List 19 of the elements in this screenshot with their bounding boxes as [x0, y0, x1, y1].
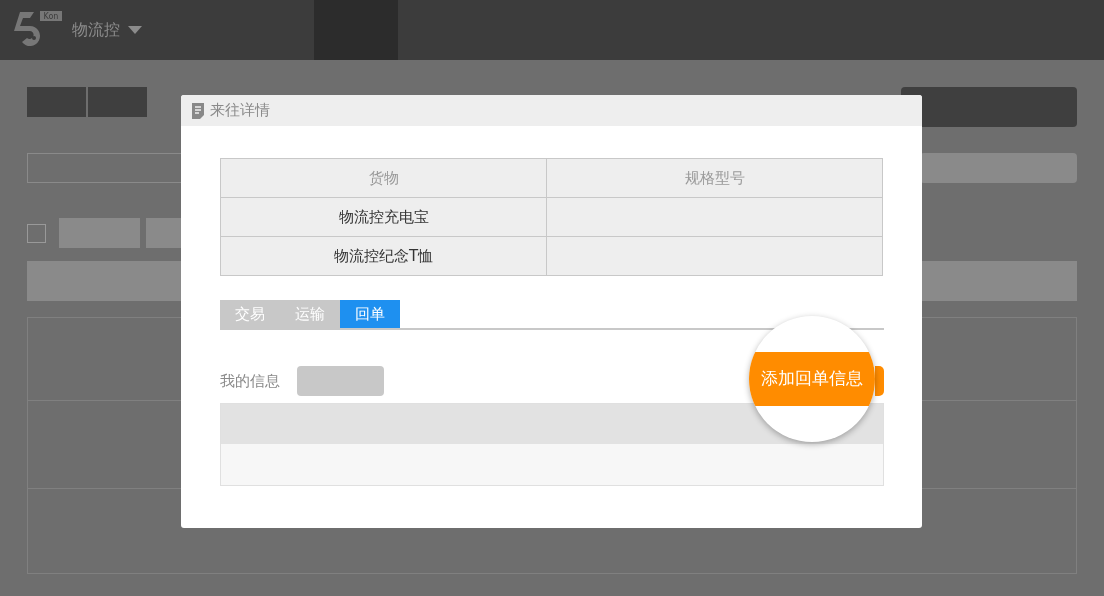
checkbox[interactable]: [27, 223, 46, 243]
nav-tab[interactable]: [314, 0, 398, 60]
search-button[interactable]: [920, 153, 1077, 183]
logo-text: Kon: [43, 12, 59, 21]
tab[interactable]: 回单: [340, 300, 400, 328]
action-button[interactable]: [901, 87, 1077, 127]
column-header: 规格型号: [546, 158, 883, 198]
toolbar-button[interactable]: [88, 87, 147, 117]
table-cell: 物流控充电宝: [220, 197, 547, 237]
brand-name[interactable]: 物流控: [72, 18, 120, 42]
field-label: 我的信息: [220, 370, 281, 392]
caret-icon[interactable]: [128, 26, 142, 34]
toolbar-button[interactable]: [27, 87, 86, 117]
button-edge[interactable]: [875, 366, 884, 396]
column-header: 货物: [220, 158, 547, 198]
document-icon: [192, 102, 204, 119]
table-cell: 物流控纪念T恤: [220, 236, 547, 276]
add-receipt-button[interactable]: 添加回单信息: [749, 352, 875, 406]
dialog-title: 来往详情: [210, 100, 270, 122]
